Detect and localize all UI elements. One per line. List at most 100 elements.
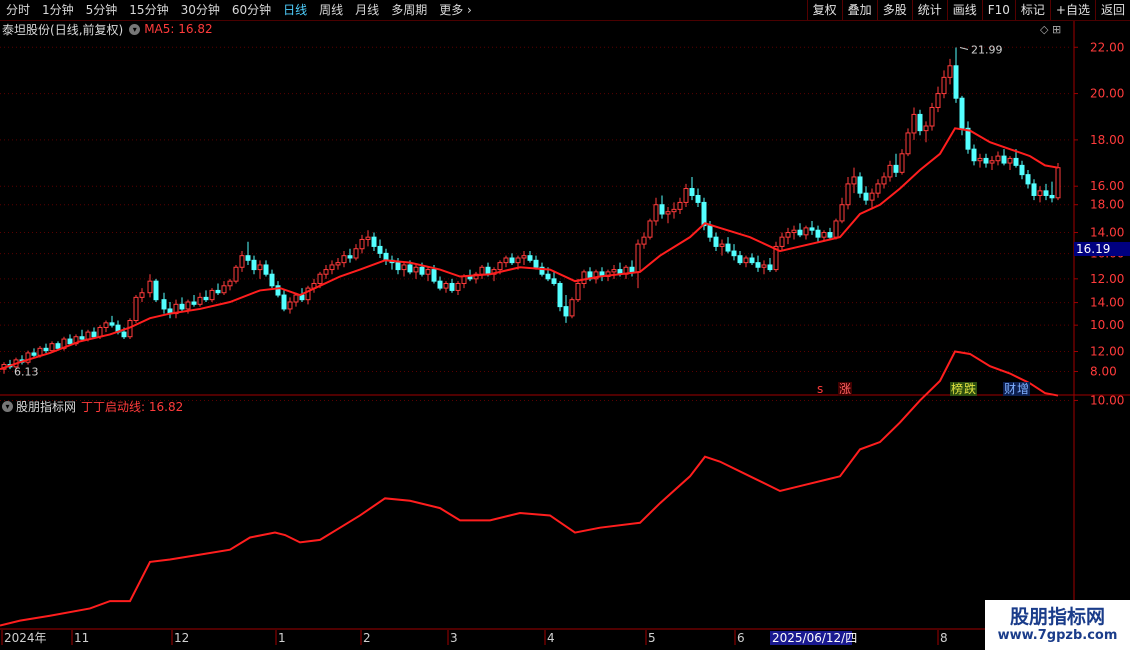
candle-body xyxy=(899,153,905,173)
candle-body xyxy=(329,264,335,271)
period-tab-5[interactable]: 60分钟 xyxy=(226,0,277,20)
candle-body xyxy=(983,157,989,164)
candle-body xyxy=(25,352,31,363)
candle-body xyxy=(767,264,773,271)
candle-body xyxy=(611,269,617,273)
candle-body xyxy=(1055,167,1061,199)
candle-body xyxy=(323,269,329,275)
candle-body xyxy=(167,308,173,315)
candle-body xyxy=(173,303,179,315)
candle-body xyxy=(455,282,461,291)
candle-body xyxy=(467,276,473,280)
candle-body xyxy=(785,232,791,238)
candle-body xyxy=(599,271,605,278)
more-menu[interactable]: 更多 › xyxy=(433,0,478,20)
kline-chart[interactable]: 22.0020.0018.0016.0014.0012.0010.008.00 … xyxy=(0,0,1130,650)
candle-body xyxy=(821,232,827,238)
candle-body xyxy=(521,255,527,259)
toolbar-button-4[interactable]: 画线 xyxy=(946,0,982,20)
candle-body xyxy=(275,285,281,296)
candle-body xyxy=(575,282,581,301)
toolbar-button-6[interactable]: 标记 xyxy=(1014,0,1050,20)
candle-body xyxy=(473,273,479,280)
toolbar-button-5[interactable]: F10 xyxy=(981,0,1015,20)
indicator-tick-label: 10.00 xyxy=(1090,393,1124,407)
period-tab-8[interactable]: 月线 xyxy=(349,0,385,20)
function-buttons: 复权 叠加 多股 统计 画线 F10 标记 +自选 返回 xyxy=(806,0,1130,20)
marker-cai-bg xyxy=(1003,382,1017,396)
period-tab-2[interactable]: 5分钟 xyxy=(80,0,124,20)
candle-body xyxy=(31,352,37,356)
candle-body xyxy=(185,301,191,310)
candle-body xyxy=(869,192,875,201)
candle-body xyxy=(701,201,707,227)
indicator-name: 股朋指标网 xyxy=(16,399,77,414)
candle-body xyxy=(533,259,539,268)
cursor-date-badge xyxy=(770,631,852,645)
candle-body xyxy=(79,336,85,340)
chevron-right-icon: › xyxy=(463,3,472,17)
candle-body xyxy=(1037,190,1043,196)
candle-body xyxy=(239,255,245,268)
corner-icons[interactable]: ◇ ⊞ xyxy=(1040,23,1061,36)
candle-body xyxy=(191,301,197,305)
low-price-label: 6.13 xyxy=(14,365,39,378)
candle-body xyxy=(73,336,79,345)
toolbar-button-1[interactable]: 叠加 xyxy=(841,0,877,20)
candlesticks xyxy=(1,47,1061,374)
candle-body xyxy=(1049,194,1055,199)
chart-markers: 21.99 6.13 s 涨 榜跌 财增 xyxy=(14,43,1030,396)
candle-body xyxy=(953,65,959,99)
candle-body xyxy=(13,359,19,368)
period-tab-4[interactable]: 30分钟 xyxy=(175,0,226,20)
toolbar-button-0[interactable]: 复权 xyxy=(806,0,842,20)
period-tab-6[interactable]: 日线 xyxy=(277,0,313,20)
period-tab-7[interactable]: 周线 xyxy=(313,0,349,20)
candle-body xyxy=(1001,155,1007,164)
candle-body xyxy=(605,271,611,278)
date-label: 2 xyxy=(363,631,371,645)
price-axis: 22.00 20.00 18.00 16.00 14.00 12.00 10.00 8.00 xyxy=(1074,40,1124,378)
candle-body xyxy=(839,204,845,222)
chevron-down-circle-icon[interactable]: ▾ xyxy=(2,400,13,412)
candle-body xyxy=(797,229,803,236)
candle-body xyxy=(641,236,647,245)
candle-body xyxy=(749,257,755,264)
date-label: 5 xyxy=(648,631,656,645)
candle-body xyxy=(431,269,437,282)
price-tick-label: 22.00 xyxy=(1090,40,1124,54)
period-tab-1[interactable]: 1分钟 xyxy=(36,0,80,20)
candle-body xyxy=(127,320,133,338)
candle-body xyxy=(419,266,425,275)
toolbar-button-7[interactable]: +自选 xyxy=(1049,0,1095,20)
candle-body xyxy=(917,113,923,132)
marker-bang: 榜 xyxy=(951,381,963,396)
chevron-down-circle-icon[interactable]: ▾ xyxy=(129,23,141,35)
candle-body xyxy=(683,188,689,203)
candle-body xyxy=(845,183,851,206)
candle-body xyxy=(299,294,305,301)
period-tab-9[interactable]: 多周期 xyxy=(385,0,433,20)
period-tab-0[interactable]: 分时 xyxy=(0,0,36,20)
marker-zhang-bg xyxy=(838,382,852,396)
price-tick-label: 20.00 xyxy=(1090,87,1124,101)
toolbar-button-8[interactable]: 返回 xyxy=(1094,0,1130,20)
period-tab-3[interactable]: 15分钟 xyxy=(123,0,174,20)
price-chart-header: 泰坦股份 (日线,前复权) ▾ MA5: 16.82 xyxy=(0,21,213,37)
candle-body xyxy=(209,289,215,301)
marker-cai: 财 xyxy=(1004,382,1016,396)
candle-body xyxy=(935,93,941,108)
toolbar-button-3[interactable]: 统计 xyxy=(911,0,947,20)
candle-body xyxy=(989,160,995,164)
candle-body xyxy=(941,76,947,95)
candle-body xyxy=(725,243,731,252)
candle-body xyxy=(863,192,869,201)
candle-body xyxy=(389,259,395,264)
candle-body xyxy=(515,257,521,264)
candle-body xyxy=(485,266,491,275)
marker-die: 跌 xyxy=(964,381,976,396)
candle-body xyxy=(7,364,13,368)
candle-body xyxy=(67,338,73,345)
toolbar-button-2[interactable]: 多股 xyxy=(876,0,912,20)
price-tick-label: 18.00 xyxy=(1090,133,1124,147)
